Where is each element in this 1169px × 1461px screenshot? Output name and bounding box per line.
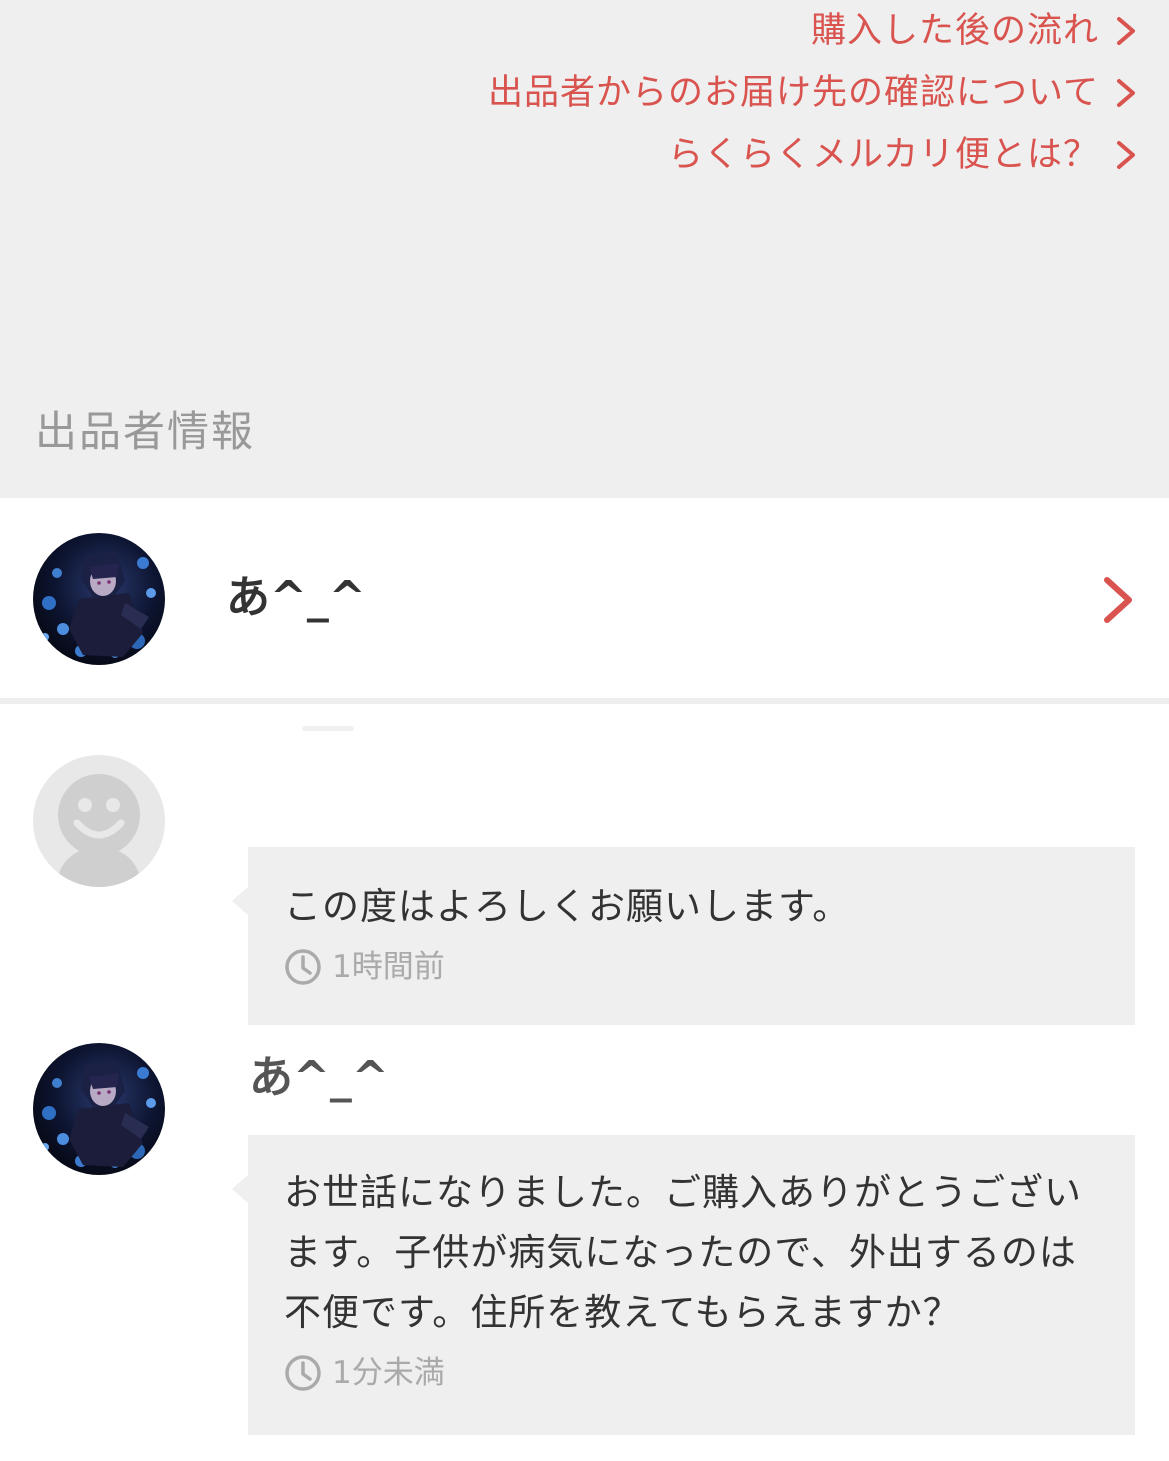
chevron-right-icon[interactable] [1101, 576, 1135, 624]
help-link-rakuraku-mercari-bin[interactable]: らくらくメルカリ便とは？ [668, 130, 1139, 180]
seller-info-heading: 出品者情報 [35, 407, 256, 456]
comment-bubble: お世話になりました。ご購入ありがとうございます。子供が病気になったので、外出する… [232, 1135, 1135, 1435]
chevron-right-icon [1117, 17, 1135, 45]
commenter-avatar [33, 755, 165, 887]
seller-name: あ^_^ [226, 572, 366, 623]
scroll-indicator [302, 726, 354, 731]
comment-bubble: この度はよろしくお願いします。 1時間前 [232, 847, 1135, 1025]
default-user-icon [33, 755, 165, 887]
seller-avatar [33, 533, 165, 665]
comment-timestamp: 1時間前 [284, 945, 1101, 989]
help-links-section: 購入した後の流れ 出品者からのお届け先の確認について らくらくメルカリ便とは？ … [0, 0, 1169, 498]
commenter-name: あ^_^ [249, 1052, 389, 1103]
comment-text: お世話になりました。ご購入ありがとうございます。子供が病気になったので、外出する… [284, 1171, 1082, 1334]
help-link-address-confirmation[interactable]: 出品者からのお届け先の確認について [488, 68, 1139, 118]
help-link-after-purchase-flow[interactable]: 購入した後の流れ [811, 6, 1139, 56]
chevron-right-icon [1117, 79, 1135, 107]
help-link-label: 購入した後の流れ [810, 11, 1099, 51]
anime-avatar-icon [33, 1043, 165, 1175]
clock-icon [285, 949, 321, 985]
comment-text: この度はよろしくお願いします。 [284, 885, 851, 928]
comment-time: 1時間前 [332, 949, 445, 985]
section-divider [0, 698, 1169, 704]
anime-avatar-icon [33, 533, 165, 665]
help-link-label: 出品者からのお届け先の確認について [488, 73, 1099, 113]
commenter-avatar [33, 1043, 165, 1175]
help-link-label: らくらくメルカリ便とは？ [668, 135, 1099, 175]
comment-timestamp: 1分未満 [284, 1351, 1101, 1395]
seller-profile-row[interactable]: あ^_^ [0, 498, 1169, 698]
comment-time: 1分未満 [332, 1355, 445, 1391]
chevron-right-icon [1117, 141, 1135, 169]
clock-icon [285, 1355, 321, 1391]
